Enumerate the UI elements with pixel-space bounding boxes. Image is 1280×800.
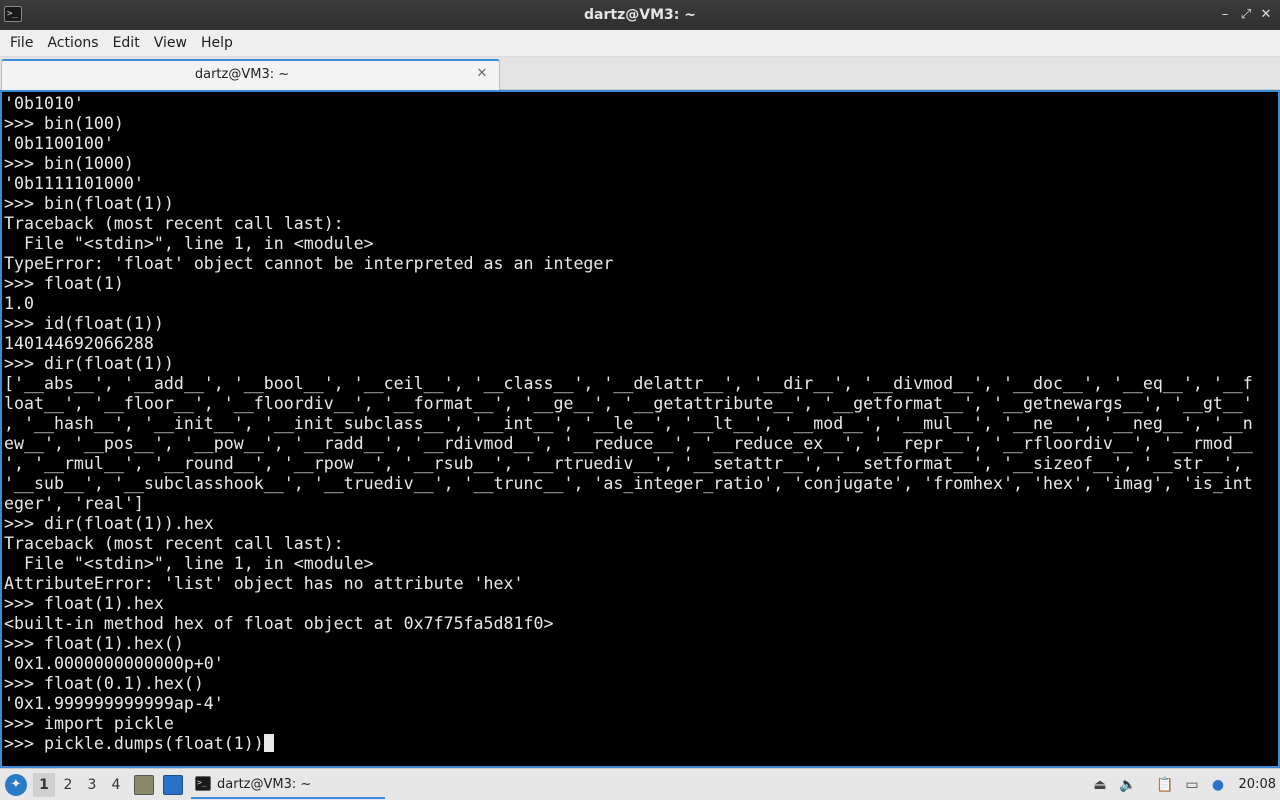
terminal-view[interactable]: '0b1010' >>> bin(100) '0b1100100' >>> bin(1… <box>0 90 1280 768</box>
terminal-input-text: >>> pickle.dumps(float(1)) <box>4 734 264 753</box>
terminal-line: '0b1111101000' <box>4 174 144 193</box>
menu-actions[interactable]: Actions <box>40 30 105 57</box>
terminal-line: >>> import pickle <box>4 714 174 733</box>
maximize-button[interactable]: ⤢ <box>1236 5 1256 25</box>
terminal-line: File "<stdin>", line 1, in <module> <box>4 554 374 573</box>
terminal-line: >>> bin(1000) <box>4 154 134 173</box>
menu-help[interactable]: Help <box>194 30 240 57</box>
terminal-line: loat__', '__floor__', '__floordiv__', '_… <box>4 394 1253 413</box>
window-title: dartz@VM3: ~ <box>584 7 696 23</box>
terminal-output: '0b1010' >>> bin(100) '0b1100100' >>> bin(1… <box>4 94 1253 754</box>
terminal-line: File "<stdin>", line 1, in <module> <box>4 234 374 253</box>
menu-file[interactable]: File <box>3 30 40 57</box>
terminal-line: <built-in method hex of float object at … <box>4 614 554 633</box>
minimize-button[interactable]: – <box>1215 5 1235 25</box>
clipboard-icon[interactable]: 📋 <box>1155 775 1175 795</box>
terminal-line: eger', 'real'] <box>4 494 144 513</box>
text-cursor <box>263 734 274 752</box>
terminal-line: >>> float(1).hex <box>4 594 164 613</box>
taskbar-task-terminal[interactable]: >_ dartz@VM3: ~ <box>191 771 385 799</box>
terminal-input-line[interactable]: >>> pickle.dumps(float(1)) <box>4 734 1253 754</box>
clock[interactable]: 20:08 <box>1239 769 1276 800</box>
terminal-line: >>> float(1) <box>4 274 124 293</box>
close-window-button[interactable]: ✕ <box>1256 5 1276 25</box>
window-titlebar[interactable]: >_ dartz@VM3: ~ – ⤢ ✕ <box>0 0 1280 30</box>
file-manager-icon[interactable] <box>134 775 154 795</box>
terminal-line: Traceback (most recent call last): <box>4 534 344 553</box>
terminal-line: ew__', '__pos__', '__pow__', '__radd__',… <box>4 434 1253 453</box>
volume-icon[interactable]: 🔈 <box>1118 775 1138 795</box>
network-icon[interactable]: ▭ <box>1182 775 1202 795</box>
terminal-line: , '__hash__', '__init__', '__init_subcla… <box>4 414 1253 433</box>
terminal-line: 140144692066288 <box>4 334 154 353</box>
task-label: dartz@VM3: ~ <box>217 777 312 792</box>
workspace-3[interactable]: 3 <box>81 773 103 797</box>
terminal-line: '0b1010' <box>4 94 84 113</box>
tab-label: dartz@VM3: ~ <box>194 67 290 82</box>
workspace-1[interactable]: 1 <box>33 773 55 797</box>
start-menu-icon[interactable]: ✦ <box>5 774 27 796</box>
terminal-line: >>> dir(float(1)) <box>4 354 174 373</box>
terminal-line: '0b1100100' <box>4 134 114 153</box>
taskbar: ✦ 1 2 3 4 >_ dartz@VM3: ~ ⏏ 🔈 📋 ▭ ● 20:0… <box>0 768 1280 800</box>
workspace-4[interactable]: 4 <box>105 773 127 797</box>
terminal-line: >>> id(float(1)) <box>4 314 164 333</box>
terminal-line: >>> float(1).hex() <box>4 634 184 653</box>
update-notifier-icon[interactable]: ● <box>1208 775 1228 795</box>
terminal-line: ', '__rmul__', '__round__', '__rpow__', … <box>4 454 1243 473</box>
terminal-line: 1.0 <box>4 294 34 313</box>
workspace-2[interactable]: 2 <box>57 773 79 797</box>
terminal-line: AttributeError: 'list' object has no att… <box>4 574 524 593</box>
tab-close-icon[interactable]: ✕ <box>473 65 491 83</box>
terminal-task-icon: >_ <box>195 776 211 791</box>
terminal-line: Traceback (most recent call last): <box>4 214 344 233</box>
tab-bar: dartz@VM3: ~ ✕ <box>0 57 1280 90</box>
terminal-line: '0x1.0000000000000p+0' <box>4 654 224 673</box>
terminal-line: TypeError: 'float' object cannot be inte… <box>4 254 614 273</box>
menu-bar: File Actions Edit View Help <box>0 30 1280 57</box>
show-desktop-icon[interactable] <box>163 775 183 795</box>
menu-view[interactable]: View <box>147 30 194 57</box>
terminal-line: '0x1.999999999999ap-4' <box>4 694 224 713</box>
terminal-line: >>> float(0.1).hex() <box>4 674 204 693</box>
tab-terminal[interactable]: dartz@VM3: ~ ✕ <box>1 59 500 90</box>
menu-edit[interactable]: Edit <box>106 30 147 57</box>
eject-icon[interactable]: ⏏ <box>1090 775 1110 795</box>
terminal-line: ['__abs__', '__add__', '__bool__', '__ce… <box>4 374 1253 393</box>
terminal-line: >>> dir(float(1)).hex <box>4 514 214 533</box>
terminal-line: >>> bin(100) <box>4 114 124 133</box>
terminal-line: '__sub__', '__subclasshook__', '__truedi… <box>4 474 1253 493</box>
terminal-line: >>> bin(float(1)) <box>4 194 174 213</box>
